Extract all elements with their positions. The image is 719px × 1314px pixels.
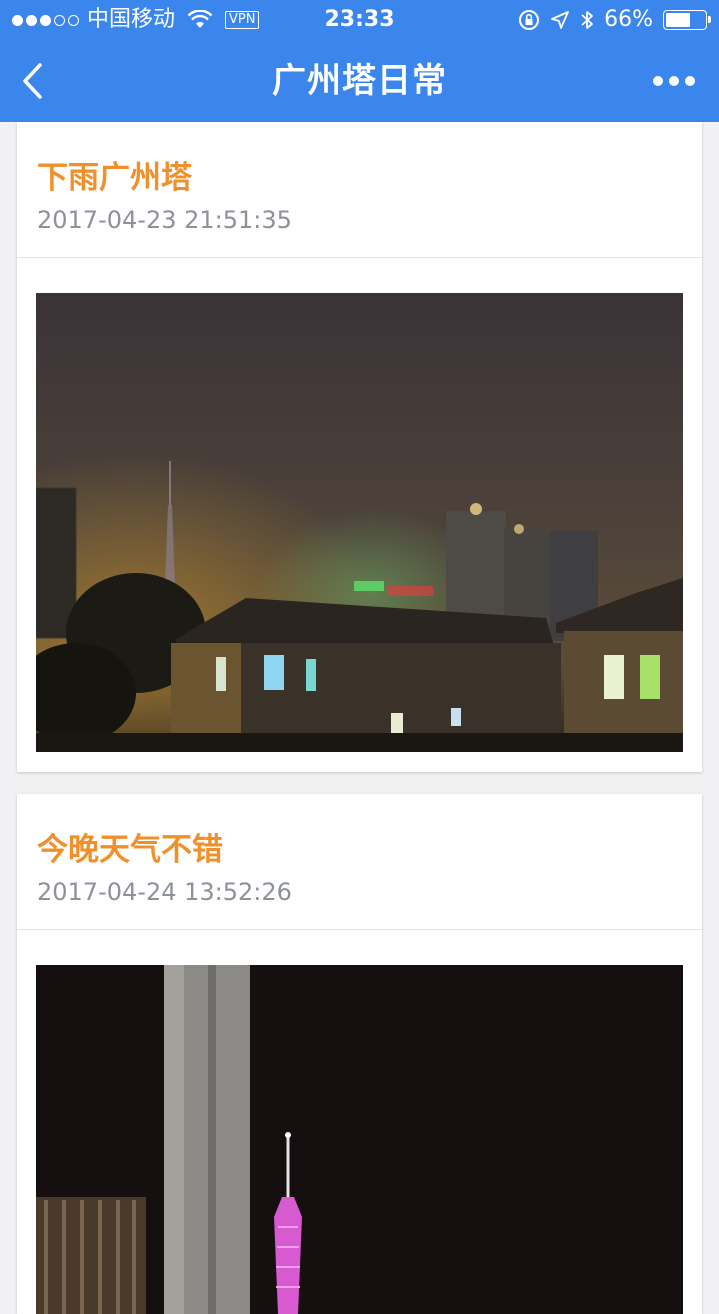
- post-timestamp: 2017-04-24 13:52:26: [37, 878, 292, 906]
- post-card[interactable]: 今晚天气不错 2017-04-24 13:52:26: [17, 794, 702, 1314]
- post-photo[interactable]: [36, 293, 683, 752]
- post-card[interactable]: 下雨广州塔 2017-04-23 21:51:35: [17, 122, 702, 772]
- bluetooth-icon: [581, 11, 593, 29]
- status-bar: 中国移动 VPN 23:33 66%: [0, 0, 719, 40]
- post-title: 今晚天气不错: [37, 832, 223, 868]
- more-options-icon[interactable]: [653, 76, 695, 86]
- app-header: 中国移动 VPN 23:33 66% 广州塔日常: [0, 0, 719, 122]
- location-arrow-icon: [551, 11, 569, 29]
- battery-icon: [663, 10, 711, 30]
- status-right: 66%: [518, 0, 711, 40]
- card-divider: [17, 929, 702, 930]
- post-timestamp: 2017-04-23 21:51:35: [37, 206, 292, 234]
- nav-bar: 广州塔日常: [0, 40, 719, 122]
- card-divider: [17, 257, 702, 258]
- post-photo[interactable]: [36, 965, 683, 1314]
- post-title: 下雨广州塔: [37, 160, 192, 196]
- page-title: 广州塔日常: [272, 61, 447, 101]
- battery-percent: 66%: [604, 7, 653, 32]
- rotation-lock-icon: [519, 10, 540, 30]
